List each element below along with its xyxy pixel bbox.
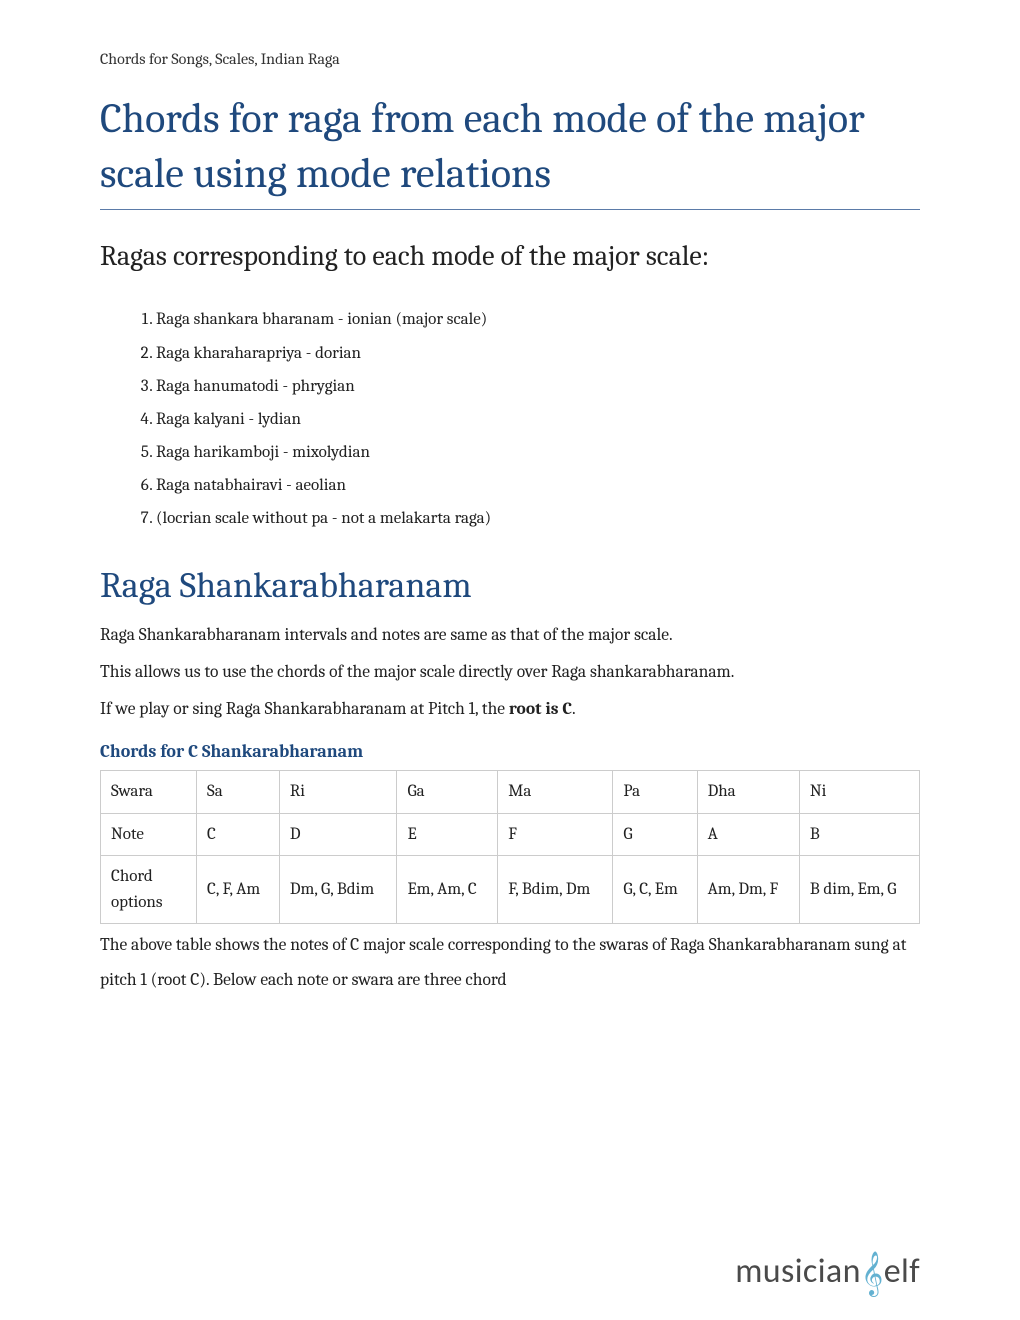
list-item: Raga kalyani - lydian bbox=[156, 403, 920, 436]
table-cell: F bbox=[498, 813, 613, 856]
table-cell: C bbox=[197, 813, 280, 856]
list-item: Raga kharaharapriya - dorian bbox=[156, 337, 920, 370]
chords-table: Swara Sa Ri Ga Ma Pa Dha Ni Note C D E F… bbox=[100, 770, 920, 924]
table-cell: Ma bbox=[498, 771, 613, 814]
list-item: Raga shankara bharanam - ionian (major s… bbox=[156, 303, 920, 336]
table-cell: A bbox=[697, 813, 799, 856]
chords-table-title: Chords for C Shankarabharanam bbox=[100, 741, 920, 762]
table-cell: Am, Dm, F bbox=[697, 856, 799, 924]
list-item: Raga hanumatodi - phrygian bbox=[156, 370, 920, 403]
body-paragraph: If we play or sing Raga Shankarabharanam… bbox=[100, 692, 920, 727]
section-title: Raga Shankarabharanam bbox=[100, 565, 920, 606]
table-cell: B dim, Em, G bbox=[799, 856, 919, 924]
list-item: Raga harikamboji - mixolydian bbox=[156, 436, 920, 469]
list-item: Raga natabhairavi - aeolian bbox=[156, 469, 920, 502]
body-text: . bbox=[572, 699, 576, 719]
table-cell: E bbox=[397, 813, 498, 856]
brand-text-left: musician bbox=[735, 1251, 861, 1292]
brand-text-right: elf bbox=[884, 1251, 920, 1292]
body-paragraph: Raga Shankarabharanam intervals and note… bbox=[100, 618, 920, 653]
table-cell: Sa bbox=[197, 771, 280, 814]
table-cell: F, Bdim, Dm bbox=[498, 856, 613, 924]
table-cell: Ni bbox=[799, 771, 919, 814]
treble-clef-icon: 𝄞 bbox=[861, 1257, 884, 1291]
table-cell: D bbox=[279, 813, 397, 856]
row-header: Chord options bbox=[101, 856, 197, 924]
body-paragraph: The above table shows the notes of C maj… bbox=[100, 928, 920, 998]
table-cell: B bbox=[799, 813, 919, 856]
table-cell: G bbox=[613, 813, 697, 856]
breadcrumb: Chords for Songs, Scales, Indian Raga bbox=[100, 50, 920, 68]
table-cell: Ga bbox=[397, 771, 498, 814]
table-cell: C, F, Am bbox=[197, 856, 280, 924]
raga-mode-list: Raga shankara bharanam - ionian (major s… bbox=[156, 303, 920, 535]
body-paragraph: This allows us to use the chords of the … bbox=[100, 655, 920, 690]
table-cell: Pa bbox=[613, 771, 697, 814]
brand-logo: musician𝄞elf bbox=[735, 1251, 920, 1292]
table-cell: Ri bbox=[279, 771, 397, 814]
table-cell: G, C, Em bbox=[613, 856, 697, 924]
table-row: Note C D E F G A B bbox=[101, 813, 920, 856]
table-cell: Dm, G, Bdim bbox=[279, 856, 397, 924]
row-header: Swara bbox=[101, 771, 197, 814]
table-cell: Em, Am, C bbox=[397, 856, 498, 924]
page-title: Chords for raga from each mode of the ma… bbox=[100, 92, 920, 210]
table-row: Chord options C, F, Am Dm, G, Bdim Em, A… bbox=[101, 856, 920, 924]
row-header: Note bbox=[101, 813, 197, 856]
table-cell: Dha bbox=[697, 771, 799, 814]
body-text: If we play or sing Raga Shankarabharanam… bbox=[100, 699, 509, 719]
body-bold: root is C bbox=[509, 699, 572, 719]
table-row: Swara Sa Ri Ga Ma Pa Dha Ni bbox=[101, 771, 920, 814]
section-subtitle: Ragas corresponding to each mode of the … bbox=[100, 230, 920, 283]
list-item: (locrian scale without pa - not a melaka… bbox=[156, 502, 920, 535]
